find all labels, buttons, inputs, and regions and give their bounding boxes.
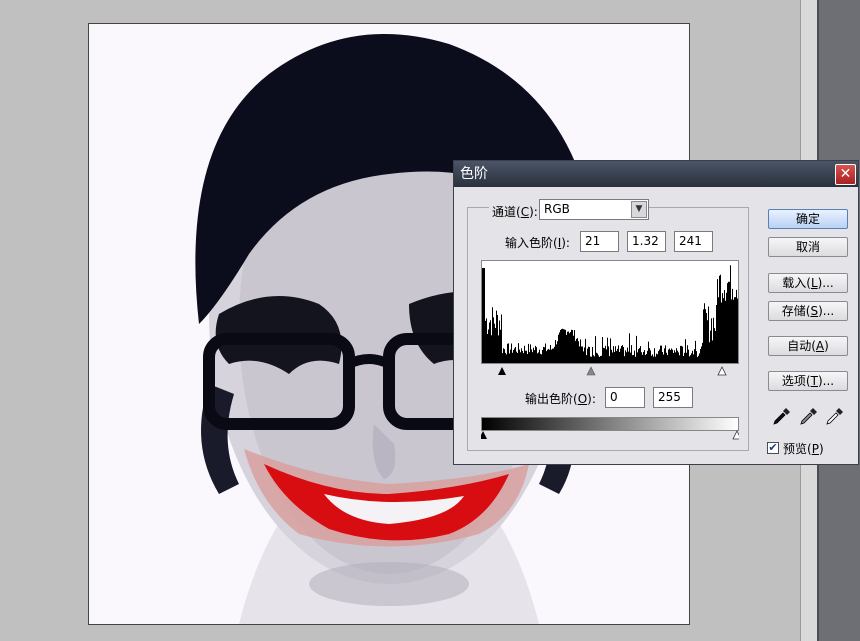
dialog-title: 色阶 bbox=[460, 166, 488, 182]
input-black-field[interactable]: 21 bbox=[580, 231, 619, 252]
channel-value: RGB bbox=[544, 202, 570, 216]
input-levels-label: 输入色阶(I): bbox=[505, 236, 570, 250]
chevron-down-icon[interactable]: ▼ bbox=[631, 201, 647, 218]
black-eyedropper-icon[interactable] bbox=[772, 406, 792, 426]
options-button[interactable]: 选项(T)... bbox=[768, 371, 848, 391]
channel-select[interactable]: RGB ▼ bbox=[539, 199, 649, 220]
output-black-slider[interactable] bbox=[479, 431, 487, 439]
cancel-button[interactable]: 取消 bbox=[768, 237, 848, 257]
output-white-field[interactable]: 255 bbox=[653, 387, 693, 408]
levels-dialog: 色阶 ✕ 通道(C): RGB ▼ 输入色阶(I): 21 1.32 241 输… bbox=[453, 160, 859, 465]
output-levels-label: 输出色阶(O): bbox=[525, 392, 596, 406]
gray-eyedropper-icon[interactable] bbox=[799, 406, 819, 426]
auto-button[interactable]: 自动(A) bbox=[768, 336, 848, 356]
input-white-field[interactable]: 241 bbox=[674, 231, 713, 252]
input-slider[interactable] bbox=[481, 364, 739, 376]
input-black-slider[interactable] bbox=[498, 367, 506, 375]
preview-checkbox[interactable]: ✔ bbox=[767, 442, 779, 454]
channel-label: 通道(C): bbox=[489, 203, 541, 220]
white-eyedropper-icon[interactable] bbox=[825, 406, 845, 426]
histogram bbox=[481, 260, 739, 364]
histogram-graph bbox=[482, 265, 738, 363]
output-slider[interactable] bbox=[479, 428, 742, 440]
input-white-slider[interactable] bbox=[717, 366, 727, 376]
close-icon[interactable]: ✕ bbox=[835, 164, 856, 185]
input-gamma-field[interactable]: 1.32 bbox=[627, 231, 666, 252]
ok-button[interactable]: 确定 bbox=[768, 209, 848, 229]
preview-label: 预览(P) bbox=[783, 442, 824, 456]
save-button[interactable]: 存储(S)... bbox=[768, 301, 848, 321]
load-button[interactable]: 载入(L)... bbox=[768, 273, 848, 293]
output-black-field[interactable]: 0 bbox=[605, 387, 645, 408]
input-gamma-slider[interactable] bbox=[586, 366, 596, 376]
output-white-slider[interactable] bbox=[732, 430, 742, 440]
dialog-title-bar[interactable]: 色阶 ✕ bbox=[454, 161, 858, 187]
